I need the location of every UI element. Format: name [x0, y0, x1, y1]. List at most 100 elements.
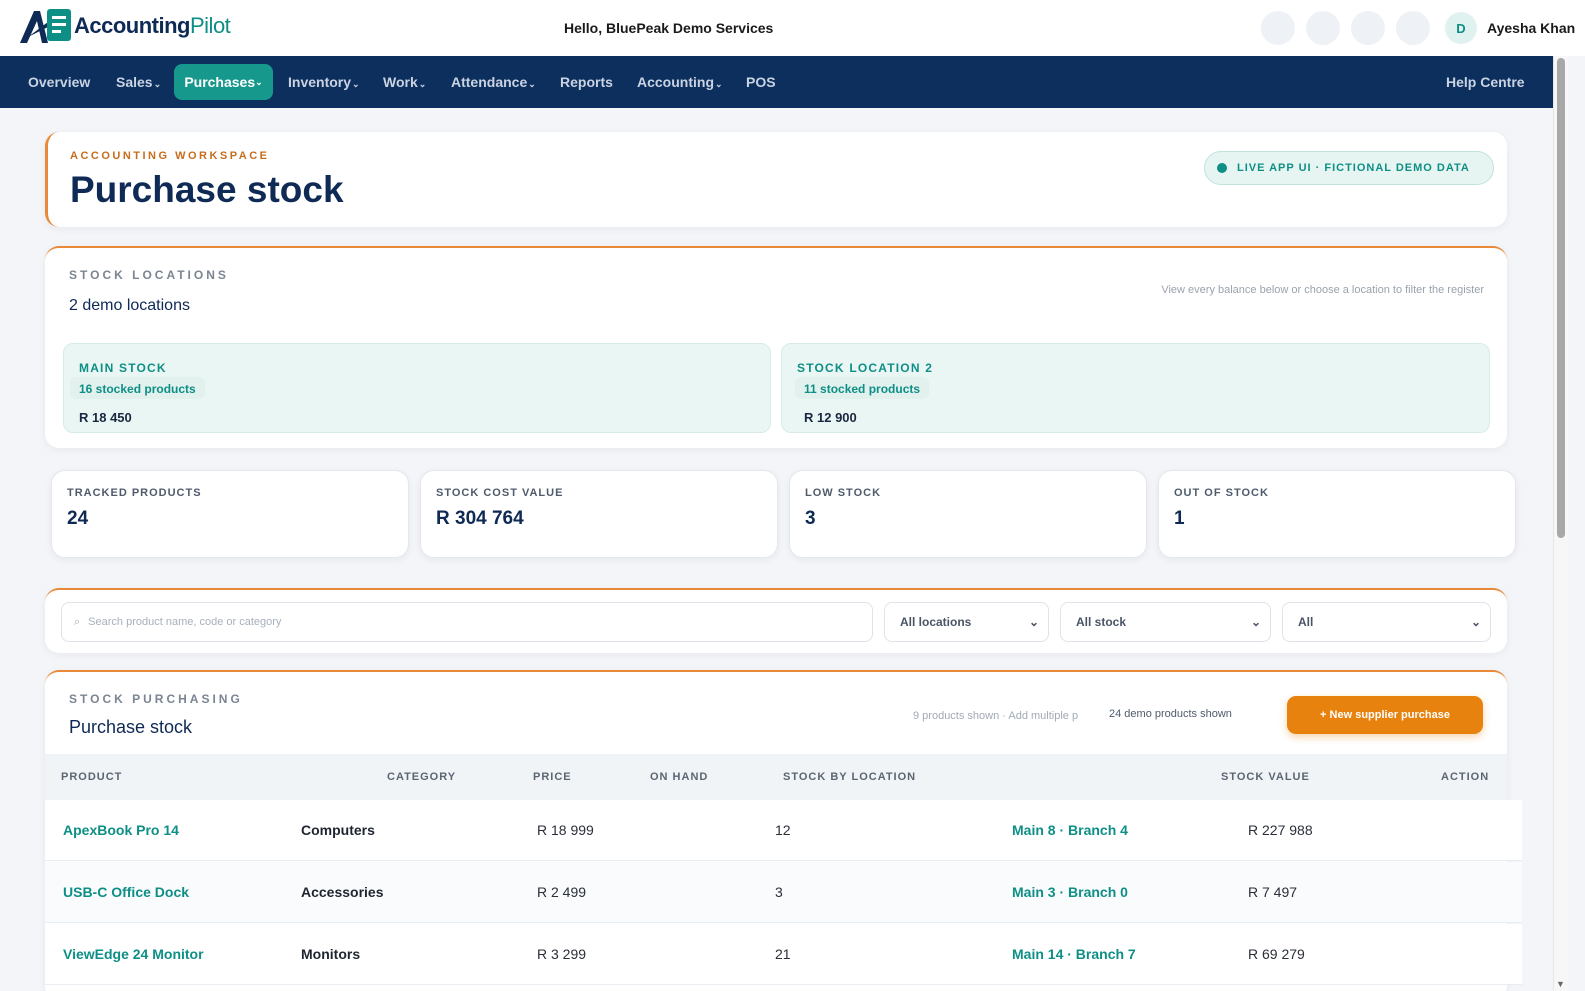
stock-by-location[interactable]: Main 14 · Branch 7: [1012, 946, 1136, 962]
location-products-count: 16 stocked products: [70, 377, 205, 399]
stock-value: R 69 279: [1248, 946, 1305, 962]
column-header-on-hand[interactable]: ON HAND: [650, 771, 708, 783]
scrollbar-thumb[interactable]: [1557, 58, 1565, 538]
nav-item-inventory[interactable]: Inventory⌄: [288, 74, 360, 90]
nav-item-attendance[interactable]: Attendance⌄: [451, 74, 536, 90]
column-header-action: ACTION: [1441, 771, 1490, 783]
column-header-stock-value[interactable]: STOCK VALUE: [1221, 771, 1310, 783]
stat-card-out-of-stock: OUT OF STOCK 1: [1158, 470, 1516, 558]
location-card-stock-location-2[interactable]: STOCK LOCATION 2 11 stocked products R 1…: [781, 343, 1490, 433]
quick-action-button[interactable]: [1351, 11, 1385, 45]
main-nav: Overview Sales⌄ Purchases ⌄ Inventory⌄ Wo…: [0, 56, 1553, 108]
page-scrollbar[interactable]: ▼: [1553, 56, 1568, 991]
top-bar: AccountingPilot Hello, BluePeak Demo Ser…: [0, 0, 1585, 56]
stock-value: R 7 497: [1248, 884, 1298, 900]
product-category: Computers: [301, 822, 375, 838]
stat-card-low-stock: LOW STOCK 3: [789, 470, 1147, 558]
scroll-down-arrow-icon[interactable]: ▼: [1556, 979, 1565, 989]
greeting-text: Hello, BluePeak Demo Services: [564, 20, 774, 36]
location-products-count: 11 stocked products: [795, 377, 930, 399]
live-demo-badge-label: LIVE APP UI · FICTIONAL DEMO DATA: [1237, 162, 1470, 174]
product-price: R 2 499: [537, 884, 587, 900]
product-category: Monitors: [301, 946, 361, 962]
product-price: R 3 299: [537, 946, 587, 962]
stat-value: 3: [805, 508, 816, 529]
chevron-down-icon: ⌄: [153, 79, 162, 89]
user-name[interactable]: Ayesha Khan: [1487, 20, 1575, 36]
product-link[interactable]: ViewEdge 24 Monitor: [63, 946, 204, 962]
table-title: Purchase stock: [69, 717, 193, 737]
chevron-down-icon: ⌄: [352, 79, 360, 89]
stock-locations-card: STOCK LOCATIONS 2 demo locations View ev…: [45, 246, 1507, 448]
brand-name: AccountingPilot: [74, 13, 231, 38]
nav-item-sales[interactable]: Sales⌄: [116, 74, 161, 90]
products-shown-count: 24 demo products shown: [1106, 708, 1232, 720]
stock-by-location[interactable]: Main 8 · Branch 4: [1012, 822, 1128, 838]
stock-filter-select[interactable]: All stock ⌄: [1060, 602, 1271, 642]
product-price: R 18 999: [537, 822, 594, 838]
stock-by-location[interactable]: Main 3 · Branch 0: [1012, 884, 1128, 900]
location-card-main-stock[interactable]: MAIN STOCK 16 stocked products R 18 450: [63, 343, 771, 433]
stock-filter-value: All stock: [1076, 615, 1127, 629]
product-on-hand: 21: [775, 946, 791, 962]
column-header-category[interactable]: CATEGORY: [387, 771, 456, 783]
new-supplier-purchase-button[interactable]: + New supplier purchase: [1287, 696, 1483, 734]
quick-action-button[interactable]: [1306, 11, 1340, 45]
search-input[interactable]: ⌕ Search product name, code or category: [61, 602, 873, 642]
brand-logo[interactable]: AccountingPilot: [18, 7, 231, 45]
product-category: Accessories: [301, 884, 384, 900]
chevron-down-icon: ⌄: [1028, 615, 1039, 629]
logo-mark-icon: [18, 7, 76, 45]
stock-locations-eyebrow: STOCK LOCATIONS: [69, 268, 229, 282]
nav-item-work[interactable]: Work⌄: [383, 74, 426, 90]
category-filter-select[interactable]: All ⌄: [1282, 602, 1491, 642]
table-row[interactable]: ApexBook Pro 14 Computers R 18 999 12 Ma…: [45, 800, 1522, 861]
location-filter-value: All locations: [900, 615, 972, 629]
product-link[interactable]: ApexBook Pro 14: [63, 822, 179, 838]
workspace-eyebrow: ACCOUNTING WORKSPACE: [70, 150, 270, 162]
nav-item-accounting[interactable]: Accounting⌄: [637, 74, 723, 90]
product-on-hand: 3: [775, 884, 783, 900]
quick-action-button[interactable]: [1261, 11, 1295, 45]
live-demo-badge: LIVE APP UI · FICTIONAL DEMO DATA: [1204, 151, 1494, 185]
nav-item-pos[interactable]: POS: [746, 74, 776, 90]
location-name: MAIN STOCK: [79, 361, 167, 375]
table-row[interactable]: USB-C Office Dock Accessories R 2 499 3 …: [45, 862, 1522, 923]
nav-item-overview[interactable]: Overview: [28, 74, 90, 90]
column-header-product[interactable]: PRODUCT: [61, 771, 122, 783]
stat-label: LOW STOCK: [805, 487, 882, 499]
stock-value: R 227 988: [1248, 822, 1313, 838]
page-header-card: ACCOUNTING WORKSPACE Purchase stock LIVE…: [45, 132, 1507, 227]
stat-label: OUT OF STOCK: [1174, 487, 1269, 499]
stock-purchasing-eyebrow: STOCK PURCHASING: [69, 692, 243, 706]
filter-bar: ⌕ Search product name, code or category …: [45, 588, 1507, 653]
products-shown-overlap: 9 products shown · Add multiple p: [913, 710, 1079, 722]
column-header-price[interactable]: PRICE: [533, 771, 572, 783]
stat-value: 24: [67, 508, 89, 529]
stat-label: STOCK COST VALUE: [436, 487, 564, 499]
search-placeholder: Search product name, code or category: [88, 616, 282, 628]
location-value: R 12 900: [804, 410, 857, 425]
nav-item-reports[interactable]: Reports: [560, 74, 613, 90]
stat-card-stock-cost-value: STOCK COST VALUE R 304 764: [420, 470, 778, 558]
product-on-hand: 12: [775, 822, 791, 838]
stat-card-tracked-products: TRACKED PRODUCTS 24: [51, 470, 409, 558]
chevron-down-icon: ⌄: [1250, 615, 1261, 629]
location-count: 2 demo locations: [69, 297, 190, 314]
stat-value: 1: [1174, 508, 1185, 529]
avatar[interactable]: D: [1445, 12, 1477, 44]
chevron-down-icon: ⌄: [1470, 615, 1481, 629]
page-title: Purchase stock: [70, 169, 344, 210]
location-value: R 18 450: [79, 410, 132, 425]
chevron-down-icon: ⌄: [255, 76, 263, 87]
quick-action-button[interactable]: [1396, 11, 1430, 45]
location-filter-select[interactable]: All locations ⌄: [884, 602, 1049, 642]
chevron-down-icon: ⌄: [418, 79, 427, 89]
stat-label: TRACKED PRODUCTS: [67, 487, 202, 499]
column-header-stock-by-location[interactable]: STOCK BY LOCATION: [783, 771, 916, 783]
nav-item-purchases[interactable]: Purchases ⌄: [174, 64, 273, 100]
product-link[interactable]: USB-C Office Dock: [63, 884, 189, 900]
table-row[interactable]: ViewEdge 24 Monitor Monitors R 3 299 21 …: [45, 924, 1522, 985]
help-centre-link[interactable]: Help Centre: [1446, 74, 1525, 90]
chevron-down-icon: ⌄: [528, 79, 536, 89]
